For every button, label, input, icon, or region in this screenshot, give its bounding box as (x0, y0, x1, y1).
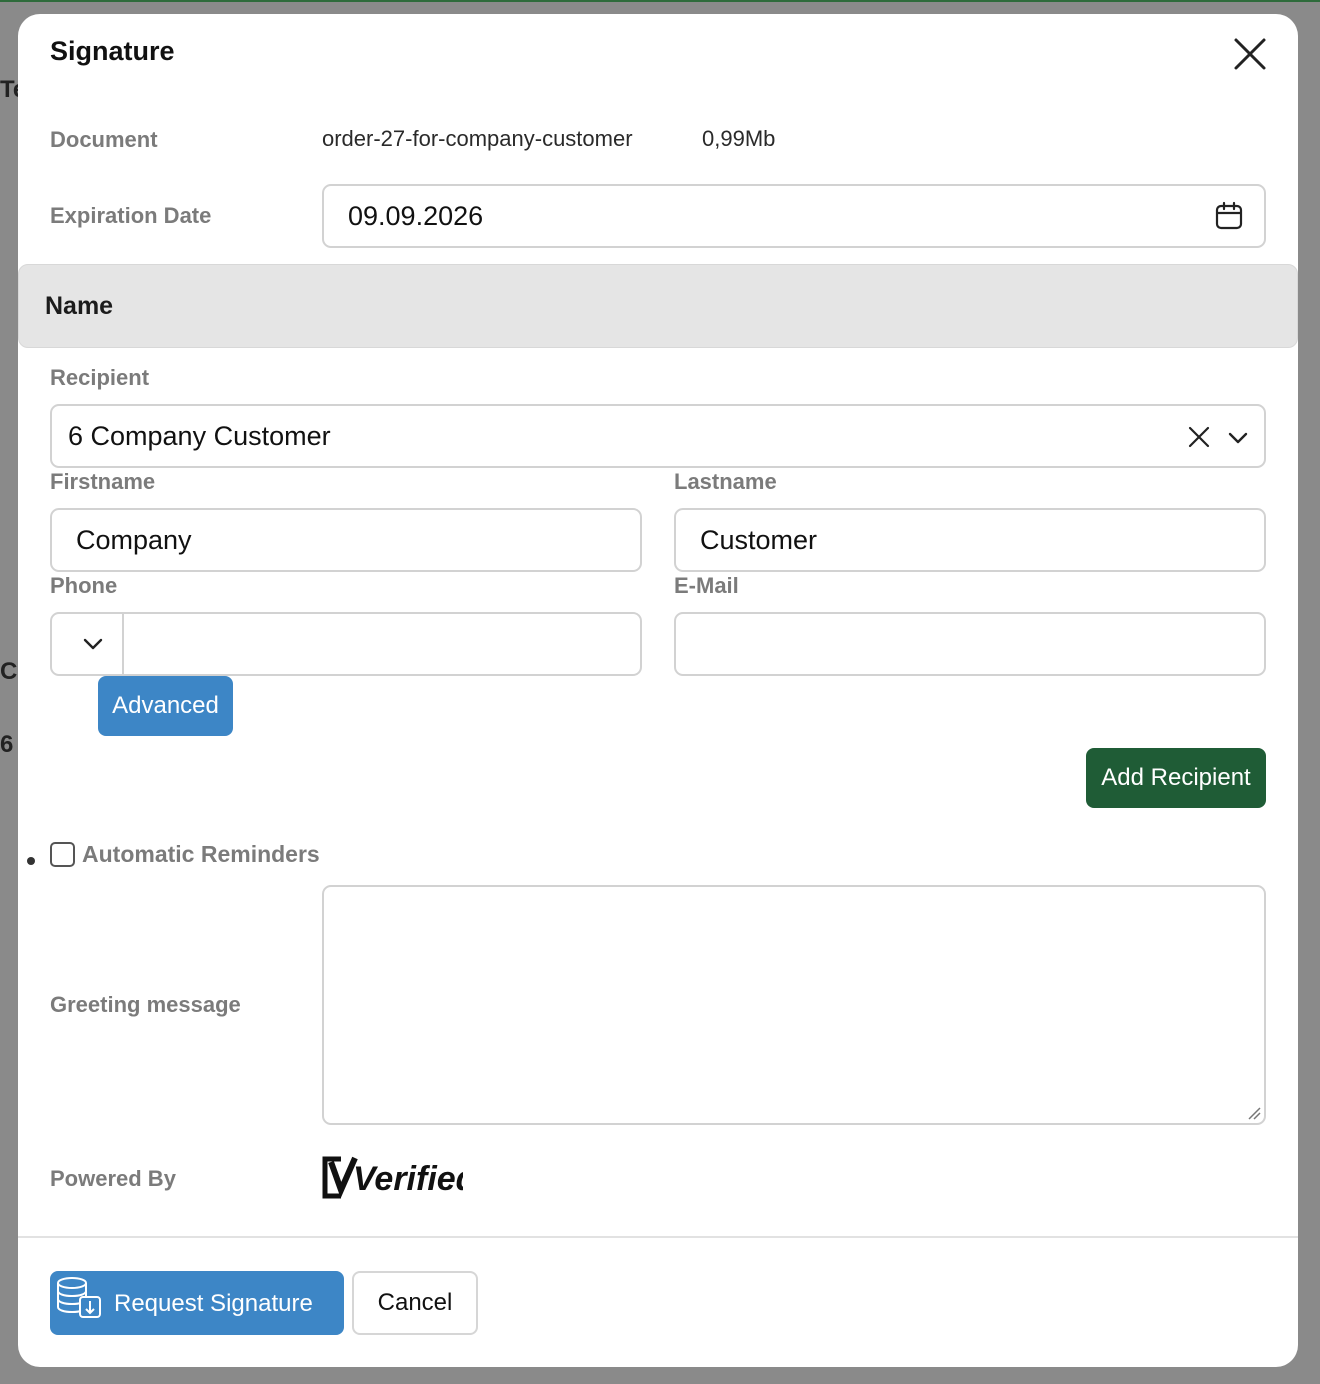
document-name: order-27-for-company-customer (322, 126, 633, 151)
dialog-title: Signature (50, 36, 175, 66)
request-signature-label: Request Signature (114, 1290, 313, 1317)
expiration-date-input[interactable]: 09.09.2026 (322, 184, 1266, 248)
expiration-date-label: Expiration Date (50, 203, 212, 228)
automatic-reminders-checkbox[interactable] (50, 842, 75, 867)
phone-country-select[interactable] (52, 614, 124, 674)
phone-field (50, 612, 642, 676)
recipient-label: Recipient (50, 365, 150, 390)
firstname-value: Company (76, 524, 192, 555)
email-input[interactable] (674, 612, 1266, 676)
greeting-message-label: Greeting message (50, 992, 241, 1017)
close-button[interactable] (1230, 34, 1270, 74)
advanced-button[interactable]: Advanced (98, 676, 233, 736)
section-title: Name (45, 292, 114, 320)
document-label: Document (50, 127, 158, 152)
expiration-date-value: 09.09.2026 (348, 200, 484, 231)
name-section-header: Name (18, 264, 1298, 348)
signature-dialog: Signature Document order-27-for-company-… (18, 14, 1298, 1367)
lastname-input[interactable]: Customer (674, 508, 1266, 572)
background-text-fragment: C (0, 658, 18, 685)
document-size: 0,99Mb (702, 126, 776, 151)
resize-handle-icon[interactable] (1247, 1106, 1261, 1120)
cancel-button[interactable]: Cancel (352, 1271, 478, 1335)
verified-logo: Verified (322, 1156, 463, 1199)
database-sign-icon (57, 1277, 101, 1318)
request-signature-button[interactable]: Request Signature (50, 1271, 344, 1335)
footer-divider (18, 1236, 1298, 1238)
email-label: E-Mail (674, 573, 739, 598)
lastname-label: Lastname (674, 469, 777, 494)
background-text-fragment: 6 (0, 731, 14, 758)
greeting-message-textarea[interactable] (322, 885, 1266, 1125)
phone-input[interactable] (124, 614, 640, 674)
close-icon (1234, 38, 1266, 70)
add-recipient-button[interactable]: Add Recipient (1086, 748, 1266, 808)
recipient-select[interactable]: 6 Company Customer (50, 404, 1266, 468)
firstname-input[interactable]: Company (50, 508, 642, 572)
recipient-value: 6 Company Customer (68, 420, 331, 451)
chevron-down-icon (83, 638, 103, 650)
lastname-value: Customer (700, 524, 818, 555)
automatic-reminders-label[interactable]: Automatic Reminders (82, 841, 320, 868)
top-accent-line (0, 0, 1320, 2)
firstname-label: Firstname (50, 469, 156, 494)
chevron-down-icon[interactable] (1226, 426, 1250, 450)
phone-label: Phone (50, 573, 118, 598)
calendar-icon[interactable] (1214, 201, 1244, 231)
list-bullet (27, 857, 35, 865)
svg-text:Verified: Verified (353, 1160, 463, 1198)
powered-by-label: Powered By (50, 1166, 176, 1191)
clear-icon[interactable] (1186, 424, 1212, 450)
